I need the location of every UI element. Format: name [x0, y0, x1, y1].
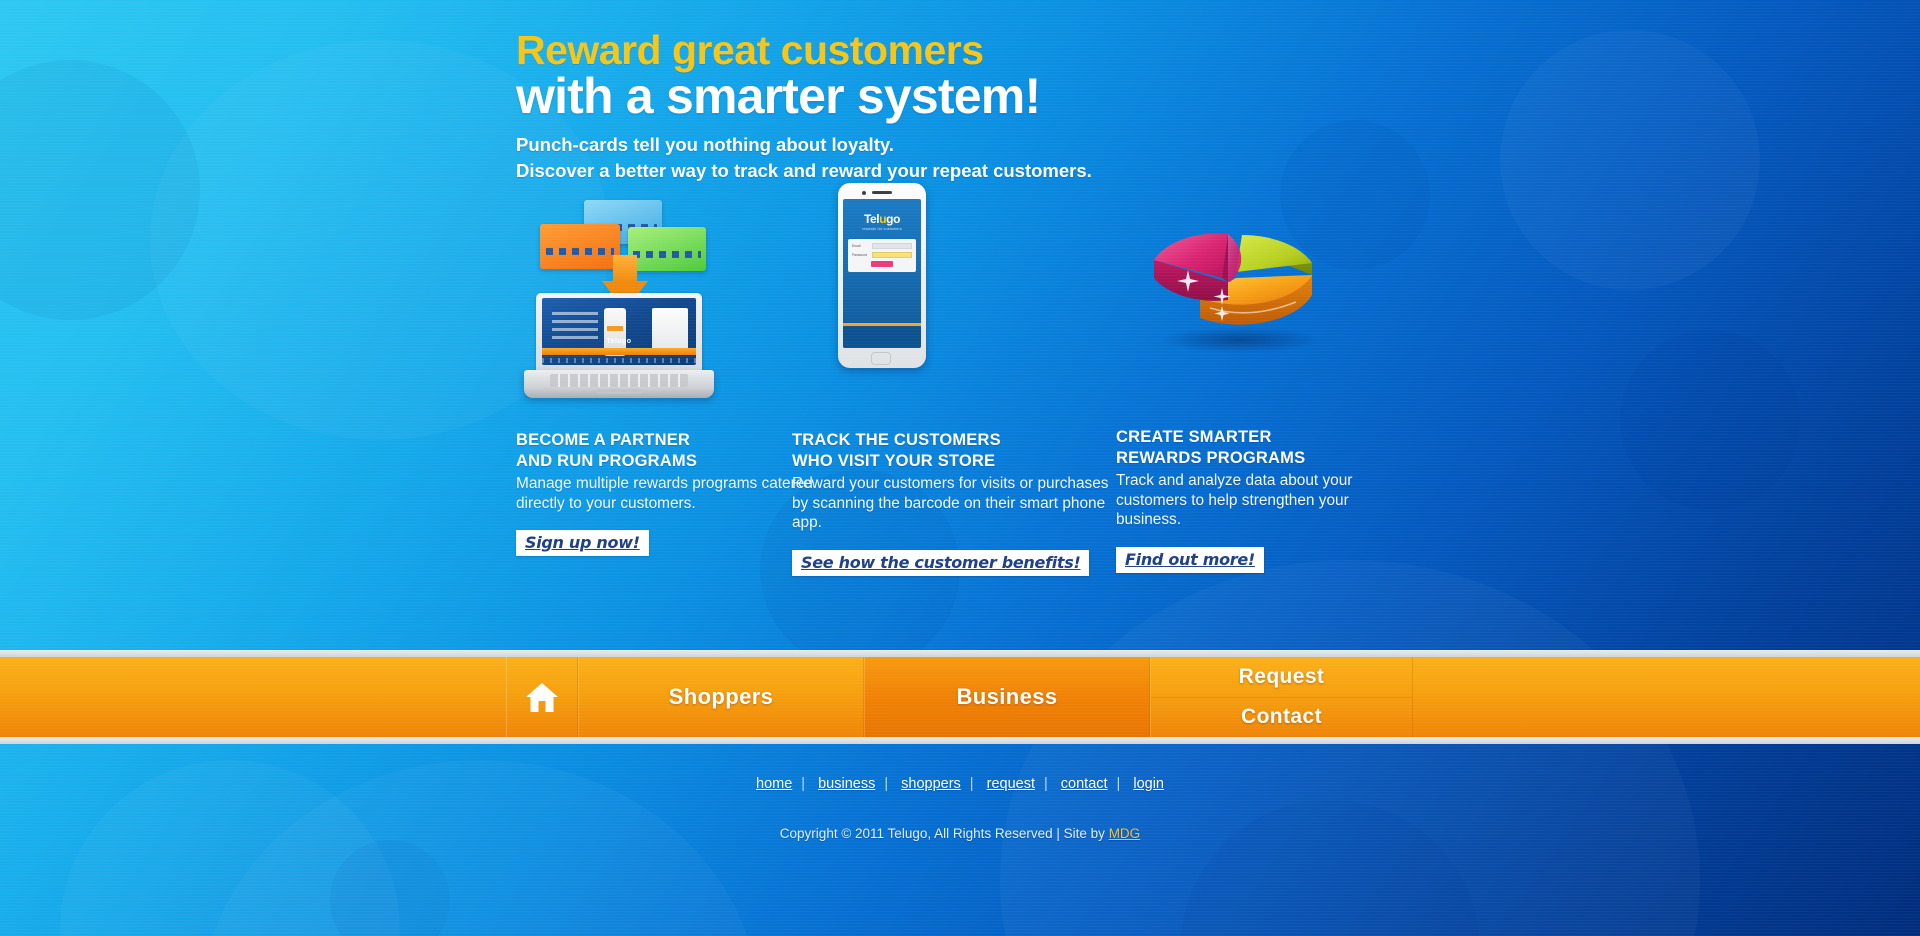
nav-item-contact[interactable]: Contact: [1151, 698, 1412, 738]
feature-column-1: BECOME A PARTNER AND RUN PROGRAMS Manage …: [516, 430, 816, 556]
phone-login-button[interactable]: [871, 261, 893, 267]
footer-link-request[interactable]: request: [987, 776, 1035, 792]
footer: home | business | shoppers | request | conta…: [0, 744, 1920, 841]
footer-link-shoppers[interactable]: shoppers: [901, 776, 961, 792]
main-navigation: Shoppers Business Request Contact: [0, 650, 1920, 744]
feature-column-2: TRACK THE CUSTOMERS WHO VISIT YOUR STORE …: [792, 430, 1122, 576]
laptop-screen-brand: Telugo: [606, 338, 632, 345]
nav-item-shoppers[interactable]: Shoppers: [578, 657, 864, 737]
phone-email-row: Email: [852, 243, 912, 249]
page-root: Reward great customers with a smarter sy…: [0, 0, 1920, 936]
feature-3-title: CREATE SMARTER REWARDS PROGRAMS: [1116, 427, 1416, 469]
nav-bar: Shoppers Business Request Contact: [0, 657, 1920, 737]
copyright-line: Copyright © 2011 Telugo, All Rights Rese…: [0, 826, 1920, 841]
phone-password-label: Password: [852, 253, 867, 257]
nav-bottom-rule: [0, 737, 1920, 744]
feature-1-title: BECOME A PARTNER AND RUN PROGRAMS: [516, 430, 816, 472]
feature-2-title-line-2: WHO VISIT YOUR STORE: [792, 452, 996, 470]
feature-3-title-line-1: CREATE SMARTER: [1116, 428, 1272, 446]
footer-link-contact[interactable]: contact: [1061, 776, 1108, 792]
feature-2-title-line-1: TRACK THE CUSTOMERS: [792, 431, 1001, 449]
nav-item-home[interactable]: [506, 657, 578, 737]
hero-copy: Reward great customers with a smarter sy…: [516, 28, 1516, 183]
phone-login-form: Email Password: [848, 239, 916, 272]
headline-line-2: with a smarter system!: [516, 68, 1041, 124]
nav-left-spacer: [0, 657, 506, 737]
feature-1-title-line-1: BECOME A PARTNER: [516, 431, 691, 449]
headline-line-1: Reward great customers: [516, 27, 984, 73]
feature-2-body: Reward your customers for visits or purc…: [792, 475, 1109, 531]
subheading-line-1: Punch-cards tell you nothing about loyal…: [516, 134, 894, 155]
phone-password-input[interactable]: [872, 252, 912, 258]
logo-suffix: go: [886, 212, 901, 226]
phone-app-tagline: rewards for customers: [862, 227, 902, 231]
footer-separator: |: [801, 776, 806, 792]
footer-links: home | business | shoppers | request | conta…: [0, 776, 1920, 792]
phone-email-input[interactable]: [872, 243, 912, 249]
feature-1-body: Manage multiple rewards programs catered…: [516, 475, 813, 512]
feature-3-cta-button[interactable]: Find out more!: [1116, 546, 1264, 573]
nav-item-request[interactable]: Request: [1151, 657, 1412, 698]
laptop-base: [524, 370, 714, 398]
logo-prefix: Tel: [863, 212, 880, 226]
phone-camera-icon: [862, 191, 866, 195]
pie-chart-svg: [1154, 233, 1320, 353]
nav-item-business[interactable]: Business: [864, 657, 1150, 737]
laptop-illustration: Telugo: [524, 200, 714, 405]
feature-2-cta-button[interactable]: See how the customer benefits!: [792, 549, 1090, 576]
nav-stack-request-contact: Request Contact: [1150, 657, 1413, 737]
pie-chart-illustration: [1130, 190, 1340, 360]
phone-home-button-icon: [871, 352, 891, 365]
footer-link-login[interactable]: login: [1133, 776, 1164, 792]
phone-screen: Telugo rewards for customers Email Passw…: [843, 199, 921, 348]
footer-separator: |: [969, 776, 974, 792]
home-icon: [526, 682, 558, 712]
feature-1-title-line-2: AND RUN PROGRAMS: [516, 452, 698, 470]
footer-separator: |: [884, 776, 889, 792]
phone-speaker-icon: [872, 191, 892, 194]
copyright-mdg-link[interactable]: MDG: [1109, 826, 1141, 841]
feature-3-body: Track and analyze data about your custom…: [1116, 472, 1353, 528]
phone-password-row: Password: [852, 252, 912, 258]
feature-3-title-line-2: REWARDS PROGRAMS: [1116, 449, 1306, 467]
laptop-screen: Telugo: [542, 298, 696, 365]
nav-top-rule: [0, 650, 1920, 657]
phone-illustration: Telugo rewards for customers Email Passw…: [838, 183, 926, 368]
laptop-lid: Telugo: [536, 293, 702, 371]
copyright-text: Copyright © 2011 Telugo, All Rights Rese…: [779, 826, 1109, 841]
footer-separator: |: [1116, 776, 1121, 792]
feature-column-3: CREATE SMARTER REWARDS PROGRAMS Track and…: [1116, 427, 1416, 573]
feature-2-title: TRACK THE CUSTOMERS WHO VISIT YOUR STORE: [792, 430, 1122, 472]
illustration-row: Telugo Telugo rewards for customers Emai…: [0, 183, 1920, 410]
footer-link-home[interactable]: home: [756, 776, 792, 792]
feature-1-cta-button[interactable]: Sign up now!: [516, 530, 649, 556]
phone-email-label: Email: [852, 244, 861, 248]
subheading-line-2: Discover a better way to track and rewar…: [516, 160, 1092, 181]
phone-app-logo: Telugo: [843, 199, 921, 226]
footer-separator: |: [1043, 776, 1048, 792]
nav-right-spacer: [1413, 657, 1920, 737]
footer-link-business[interactable]: business: [818, 776, 875, 792]
